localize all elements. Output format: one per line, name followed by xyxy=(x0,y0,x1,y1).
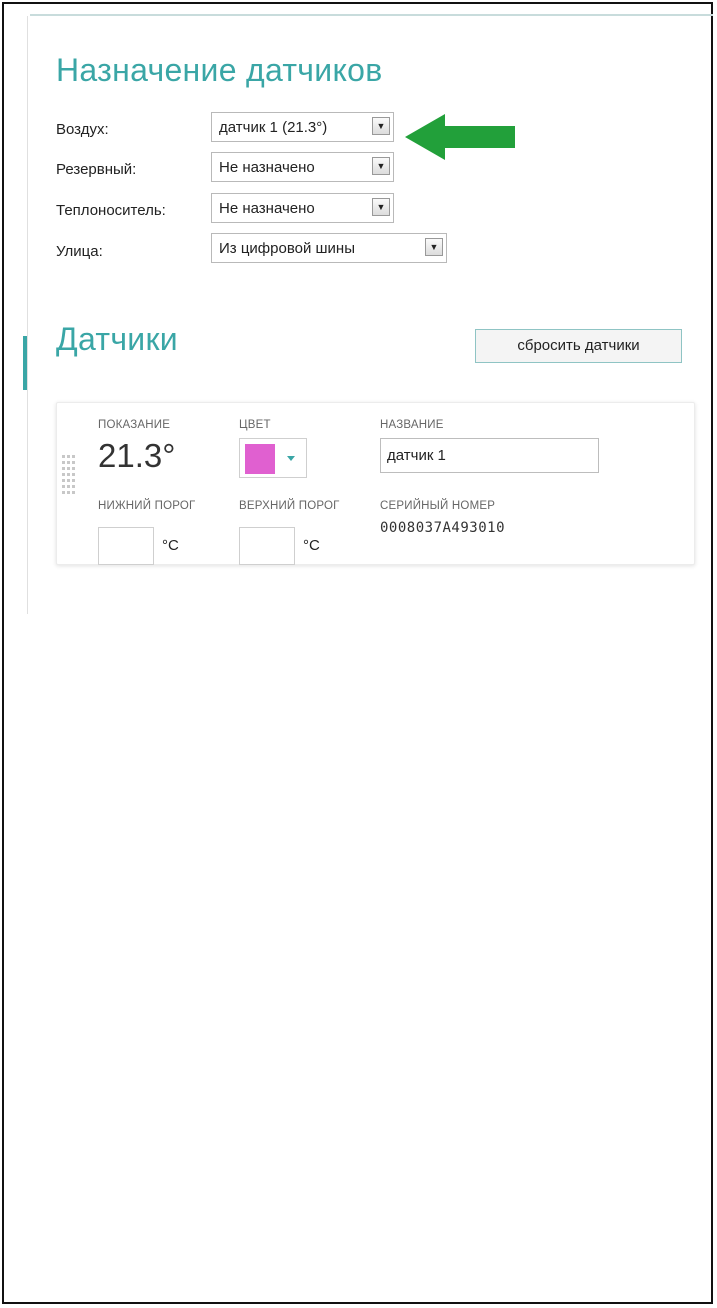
chevron-down-icon[interactable]: ▼ xyxy=(372,117,390,135)
upper-threshold-caption: ВЕРХНИЙ ПОРОГ xyxy=(239,500,340,512)
lower-threshold-caption: НИЖНИЙ ПОРОГ xyxy=(98,500,196,512)
section-accent-bar xyxy=(23,336,27,390)
coolant-select[interactable]: Не назначено ▼ xyxy=(211,193,394,223)
chevron-down-icon[interactable]: ▼ xyxy=(372,157,390,175)
sensor-card: ПОКАЗАНИЕ 21.3° ЦВЕТ НАЗВАНИЕ датчик 1 Н… xyxy=(56,402,695,565)
color-picker[interactable] xyxy=(239,438,307,478)
sensors-title: Датчики xyxy=(56,321,178,357)
left-divider xyxy=(27,16,28,614)
lower-threshold-input[interactable] xyxy=(98,527,154,565)
street-label: Улица: xyxy=(56,243,103,260)
reserve-select-value: Не назначено xyxy=(219,159,315,176)
upper-threshold-input[interactable] xyxy=(239,527,295,565)
top-divider xyxy=(30,14,713,16)
serial-value: 0008037A493010 xyxy=(380,520,506,536)
reserve-label: Резервный: xyxy=(56,161,137,178)
assignment-title: Назначение датчиков xyxy=(56,52,383,88)
air-select-value: датчик 1 (21.3°) xyxy=(219,119,328,136)
green-arrow-icon xyxy=(405,114,515,160)
lower-threshold-unit: °C xyxy=(162,537,179,554)
reading-value: 21.3° xyxy=(98,437,176,474)
street-select-value: Из цифровой шины xyxy=(219,240,355,257)
drag-handle-icon[interactable] xyxy=(62,455,76,503)
color-caption: ЦВЕТ xyxy=(239,419,271,431)
chevron-down-icon[interactable]: ▼ xyxy=(372,198,390,216)
reserve-select[interactable]: Не назначено ▼ xyxy=(211,152,394,182)
chevron-down-icon xyxy=(287,456,295,461)
street-select[interactable]: Из цифровой шины ▼ xyxy=(211,233,447,263)
coolant-select-value: Не назначено xyxy=(219,200,315,217)
serial-caption: СЕРИЙНЫЙ НОМЕР xyxy=(380,500,496,512)
air-select[interactable]: датчик 1 (21.3°) ▼ xyxy=(211,112,394,142)
chevron-down-icon[interactable]: ▼ xyxy=(425,238,443,256)
reset-sensors-button[interactable]: сбросить датчики xyxy=(475,329,682,363)
coolant-label: Теплоноситель: xyxy=(56,202,166,219)
upper-threshold-unit: °C xyxy=(303,537,320,554)
color-swatch xyxy=(245,444,275,474)
reading-caption: ПОКАЗАНИЕ xyxy=(98,419,171,431)
name-caption: НАЗВАНИЕ xyxy=(380,419,444,431)
air-label: Воздух: xyxy=(56,121,109,138)
sensor-name-input[interactable]: датчик 1 xyxy=(380,438,599,473)
